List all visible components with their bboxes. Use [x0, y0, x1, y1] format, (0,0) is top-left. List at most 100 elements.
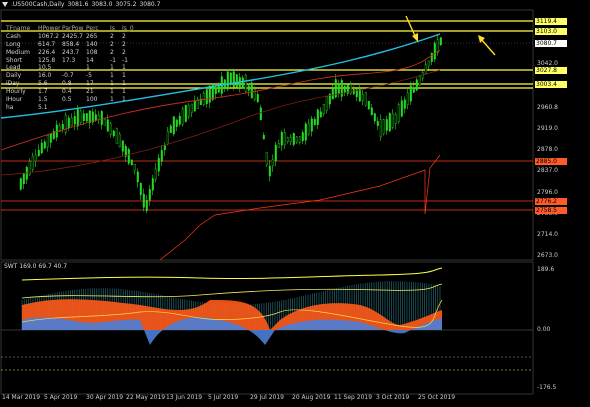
price-axis-label: 2837.0 [537, 167, 558, 174]
price-level-box: 3119.4 [535, 18, 567, 25]
table-cell: 21 [86, 88, 94, 96]
candle-body [406, 92, 409, 105]
date-axis-label: 5 Jul 2019 [208, 394, 239, 401]
price-level-box: 3103.0 [535, 28, 567, 35]
candle-body [61, 123, 64, 130]
candle-body [112, 130, 115, 137]
candle-body [268, 165, 271, 177]
candle-body [37, 149, 40, 156]
date-axis-label: 3 Oct 2019 [376, 394, 410, 401]
candle-body [424, 64, 427, 74]
header-cell: Is_0 [122, 25, 134, 32]
table-cell: 1 [110, 96, 114, 104]
candle-body [244, 74, 247, 92]
candle-body [286, 137, 289, 142]
chart-window: .US500Cash,Daily 3081.6 3083.0 3075.2 30… [0, 0, 590, 407]
table-cell: ha [6, 103, 14, 111]
table-cell: Lead [6, 64, 21, 72]
candle-body [343, 85, 346, 93]
candle-body [88, 110, 91, 124]
candle-body [205, 89, 208, 104]
oscillator-title: SWT 169.0 69.7 40.7 [4, 263, 68, 270]
date-axis-label: 5 Apr 2019 [44, 394, 78, 401]
dropdown-triangle-icon[interactable] [2, 2, 8, 7]
table-cell: 16.0 [38, 72, 52, 80]
table-cell: Medium [6, 48, 30, 56]
candle-body [301, 132, 304, 142]
candle-body [235, 74, 238, 88]
candle-body [85, 113, 88, 122]
price-level-box: 2758.5 [535, 207, 567, 214]
high-value: 3083.0 [91, 1, 113, 8]
table-cell: Cash [6, 32, 21, 40]
date-axis-label: 11 Sep 2019 [334, 394, 373, 401]
table-cell: 1 [110, 88, 114, 96]
header-cell: Perc [86, 25, 99, 32]
chart-title: .US500Cash,Daily 3081.6 3083.0 3075.2 30… [2, 1, 160, 8]
candle-body [232, 71, 235, 88]
candle-body [184, 104, 187, 122]
header-cell: Is [110, 25, 115, 32]
candle-body [46, 135, 49, 148]
candle-body [379, 119, 382, 138]
candle-body [373, 113, 376, 122]
price-axis-label: 2714.0 [537, 231, 558, 238]
table-cell: 0.8 [62, 80, 72, 88]
date-axis-label: 30 Apr 2019 [86, 394, 124, 401]
candle-body [298, 136, 301, 143]
candle-body [259, 107, 262, 121]
candle-body [139, 182, 142, 195]
candle-body [214, 87, 217, 94]
candle-body [370, 107, 373, 116]
candle-body [178, 115, 181, 125]
candle-body [331, 88, 334, 100]
table-cell: 1 [110, 80, 114, 88]
table-cell: 2 [110, 32, 114, 40]
trend-table-row: Long 614.7 858.4 140 2 2 [6, 41, 136, 49]
candle-body [283, 132, 286, 146]
candle-body [391, 113, 394, 128]
candle-body [361, 94, 364, 101]
trend-table-row: iDay 5.6 0.8 17 1 1 [6, 80, 136, 88]
table-cell [122, 104, 136, 112]
candle-body [124, 145, 127, 157]
candle-body [136, 171, 139, 183]
candle-body [322, 104, 325, 115]
header-cell: TFname [6, 25, 31, 32]
candle-body [367, 100, 370, 110]
candle-body [409, 85, 412, 102]
table-cell: 2 [110, 40, 114, 48]
candle-body [316, 109, 319, 125]
table-cell: Short [6, 56, 23, 64]
price-level-box: 2885.0 [535, 158, 567, 165]
candle-body [352, 89, 355, 94]
candle-body [163, 144, 166, 151]
trend-table-row: Medium 226.4 243.7 108 2 2 [6, 49, 136, 57]
price-level-box: 3027.8 [535, 67, 567, 74]
table-cell: 1 [122, 72, 126, 80]
close-value: 3080.7 [139, 1, 161, 8]
candle-body [130, 159, 133, 166]
candle-body [67, 117, 70, 129]
osc-axis-label: -176.5 [537, 384, 557, 391]
table-cell: 1 [122, 96, 126, 104]
candle-body [376, 121, 379, 126]
trend-table-row: Hourly 1.7 0.4 21 1 1 [6, 88, 136, 96]
candle-body [169, 125, 172, 133]
header-cell: ParPow [62, 25, 84, 32]
candle-body [403, 99, 406, 109]
table-cell: 125.8 [38, 56, 56, 64]
candle-body [277, 143, 280, 148]
table-cell: 2 [122, 48, 126, 56]
table-cell: 100 [86, 96, 98, 104]
table-cell: 1 [122, 64, 126, 72]
table-cell: 5.1 [38, 103, 48, 111]
table-cell: Daily [6, 72, 22, 80]
osc-axis-label: 189.6 [537, 266, 555, 273]
table-cell: 1.5 [38, 96, 48, 104]
table-cell: Hourly [6, 88, 26, 96]
candle-body [430, 52, 433, 62]
candle-body [349, 84, 352, 94]
table-cell: 108 [86, 48, 98, 56]
candle-body [271, 159, 274, 167]
